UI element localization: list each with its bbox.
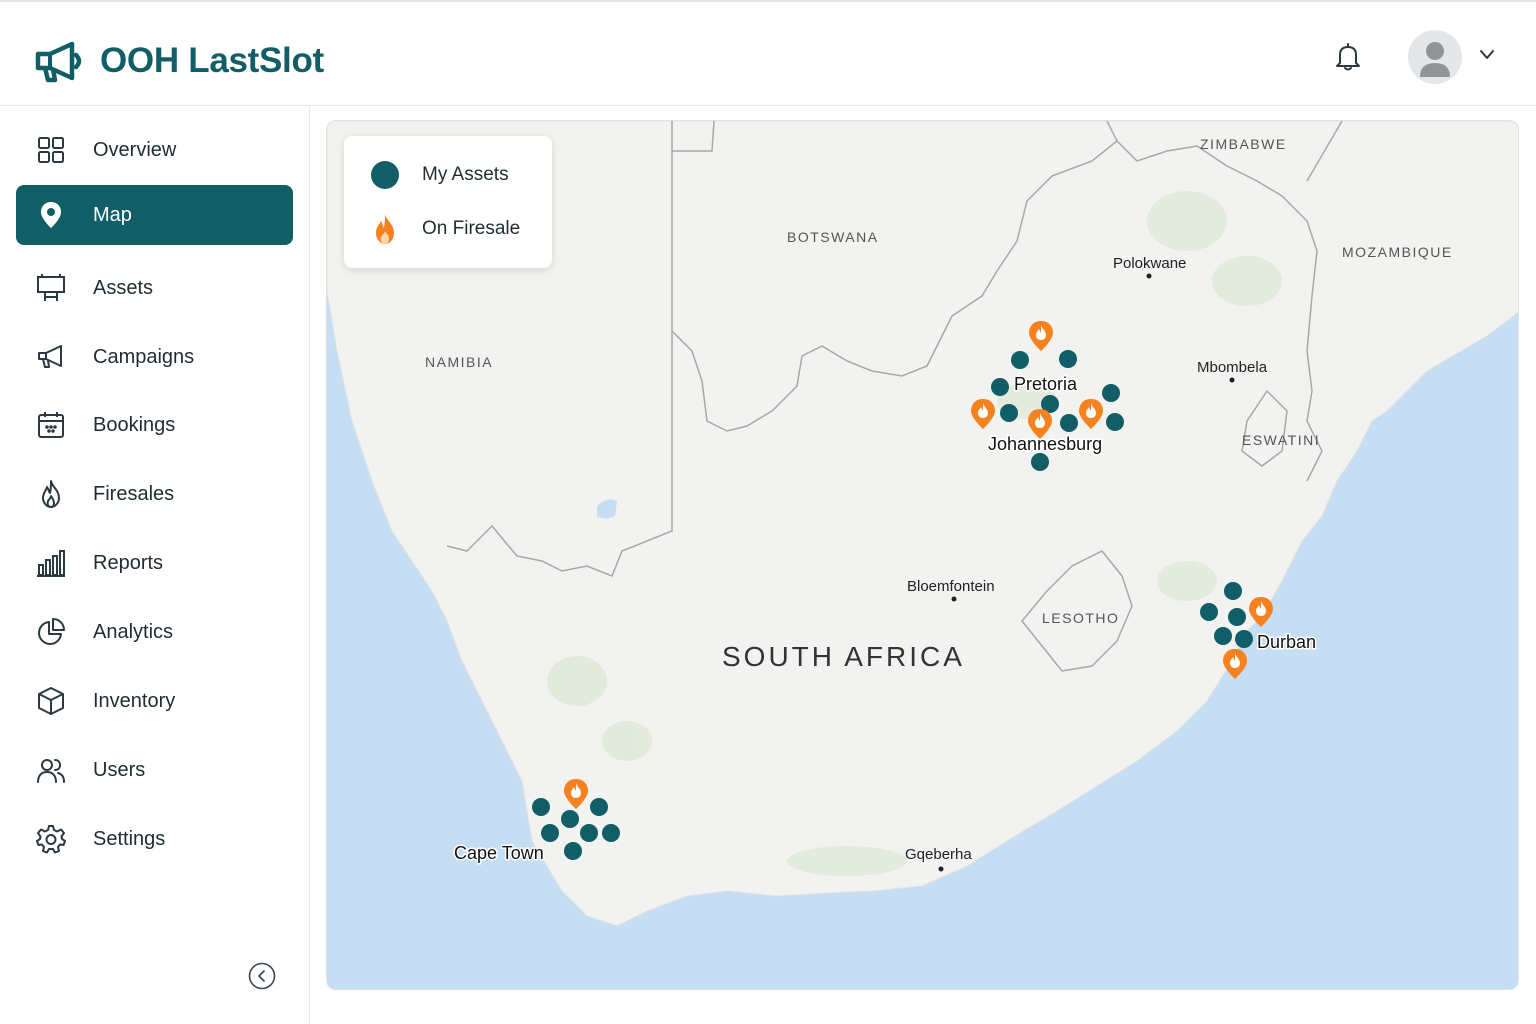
user-silhouette-icon <box>1420 42 1450 77</box>
sidebar-item-map[interactable]: Map <box>16 185 293 245</box>
sidebar-item-campaigns[interactable]: Campaigns <box>16 327 293 387</box>
label-botswana: BOTSWANA <box>787 229 879 245</box>
sidebar-item-firesales[interactable]: Firesales <box>16 464 293 524</box>
asset-marker[interactable] <box>1000 404 1018 422</box>
calendar-icon <box>38 412 64 438</box>
billboard-icon <box>37 274 65 301</box>
map-pin-icon <box>41 202 61 228</box>
legend-my-assets: My Assets <box>370 160 509 190</box>
asset-marker[interactable] <box>1060 414 1078 432</box>
flame-icon <box>42 480 60 508</box>
app-title: OOH LastSlot <box>100 41 324 80</box>
label-mozambique: MOZAMBIQUE <box>1342 244 1453 260</box>
asset-marker[interactable] <box>1200 603 1218 621</box>
sidebar-item-reports[interactable]: Reports <box>16 533 293 593</box>
label-pretoria: Pretoria <box>1014 374 1078 394</box>
asset-marker[interactable] <box>1102 384 1120 402</box>
sidebar-item-label: Reports <box>93 551 164 574</box>
asset-marker[interactable] <box>1011 351 1029 369</box>
label-eswatini: ESWATINI <box>1242 432 1320 448</box>
grid-icon <box>38 137 64 163</box>
sidebar-item-label: Users <box>93 758 146 781</box>
sidebar-item-label: Overview <box>93 138 177 161</box>
sidebar-item-users[interactable]: Users <box>16 740 293 800</box>
sidebar-item-settings[interactable]: Settings <box>16 809 293 869</box>
legend-label: My Assets <box>422 164 509 185</box>
sidebar-item-analytics[interactable]: Analytics <box>16 602 293 662</box>
sidebar: Overview Map Assets Campaigns Bookings F… <box>0 106 310 1024</box>
map-panel[interactable]: ZIMBABWE BOTSWANA MOZAMBIQUE NAMIBIA ESW… <box>326 120 1519 990</box>
legend-on-firesale: On Firesale <box>370 214 520 244</box>
bar-chart-icon <box>37 550 65 577</box>
users-icon <box>37 759 65 783</box>
asset-marker[interactable] <box>590 798 608 816</box>
asset-marker[interactable] <box>564 842 582 860</box>
label-namibia: NAMIBIA <box>425 354 493 370</box>
sidebar-item-label: Campaigns <box>93 345 195 368</box>
box-icon <box>38 687 64 715</box>
asset-marker[interactable] <box>532 798 550 816</box>
asset-marker[interactable] <box>580 824 598 842</box>
user-avatar[interactable] <box>1408 30 1462 84</box>
asset-marker[interactable] <box>1031 453 1049 471</box>
sidebar-item-label: Assets <box>93 276 154 299</box>
asset-marker[interactable] <box>1106 413 1124 431</box>
asset-marker[interactable] <box>1214 627 1232 645</box>
label-zimbabwe: ZIMBABWE <box>1200 136 1287 152</box>
label-durban: Durban <box>1257 632 1316 652</box>
asset-marker[interactable] <box>602 824 620 842</box>
chevron-down-icon[interactable] <box>1478 48 1496 62</box>
asset-marker[interactable] <box>1228 608 1246 626</box>
label-gqeberha: Gqeberha <box>905 846 972 863</box>
gear-icon <box>36 825 66 854</box>
legend-label: On Firesale <box>422 218 521 239</box>
label-johannesburg: Johannesburg <box>988 434 1102 454</box>
sidebar-item-label: Bookings <box>93 413 176 436</box>
sidebar-item-label: Analytics <box>93 620 174 643</box>
collapse-left-icon[interactable] <box>248 962 276 990</box>
label-south-africa: SOUTH AFRICA <box>722 641 965 672</box>
asset-marker[interactable] <box>1059 350 1077 368</box>
asset-dot-icon <box>371 161 399 189</box>
flame-icon <box>376 214 394 244</box>
sidebar-item-overview[interactable]: Overview <box>16 120 293 180</box>
label-lesotho: LESOTHO <box>1042 610 1119 626</box>
asset-marker[interactable] <box>1235 630 1253 648</box>
asset-marker[interactable] <box>991 378 1009 396</box>
pie-chart-icon <box>38 618 65 645</box>
megaphone-icon <box>38 345 62 368</box>
sidebar-item-label: Inventory <box>93 689 176 712</box>
app-logo[interactable]: OOH LastSlot <box>32 38 324 84</box>
label-bloemfontein: Bloemfontein <box>907 578 995 595</box>
bell-icon[interactable] <box>1334 42 1362 72</box>
sidebar-item-label: Firesales <box>93 482 175 505</box>
map-legend: My Assets On Firesale <box>344 136 552 268</box>
sidebar-item-assets[interactable]: Assets <box>16 258 293 318</box>
asset-marker[interactable] <box>561 810 579 828</box>
label-cape-town: Cape Town <box>454 843 544 863</box>
label-polokwane: Polokwane <box>1113 255 1186 272</box>
megaphone-logo-icon <box>35 41 82 83</box>
sidebar-item-bookings[interactable]: Bookings <box>16 395 293 455</box>
top-bar: OOH LastSlot <box>0 0 1536 106</box>
asset-marker[interactable] <box>1224 582 1242 600</box>
sidebar-item-label: Map <box>93 203 132 226</box>
asset-marker[interactable] <box>541 824 559 842</box>
sidebar-item-inventory[interactable]: Inventory <box>16 671 293 731</box>
sidebar-item-label: Settings <box>93 827 166 850</box>
label-mbombela: Mbombela <box>1197 359 1268 376</box>
